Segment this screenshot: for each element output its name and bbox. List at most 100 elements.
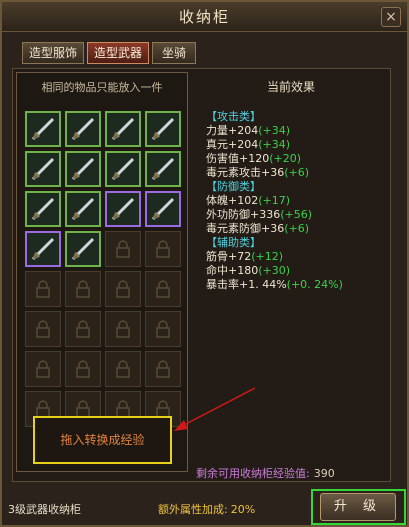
effect-bonus: (+20) bbox=[269, 152, 302, 165]
effect-bonus: (+17) bbox=[258, 194, 291, 207]
weapon-icon bbox=[149, 115, 177, 143]
locked-slot[interactable] bbox=[105, 311, 141, 347]
effect-row: 伤害值+120(+20) bbox=[206, 152, 386, 166]
weapon-icon bbox=[69, 195, 97, 223]
window-title: 收纳柜 bbox=[2, 2, 407, 32]
locked-slot[interactable] bbox=[145, 271, 181, 307]
effects-list: 【攻击类】 力量+204(+34) 真元+204(+34) 伤害值+120(+20) 毒… bbox=[206, 110, 386, 292]
item-slot[interactable] bbox=[65, 111, 101, 147]
tab-mount[interactable]: 坐骑 bbox=[152, 42, 197, 64]
remaining-exp-value: 390 bbox=[313, 467, 335, 480]
effect-bonus: (+56) bbox=[280, 208, 313, 221]
item-slot[interactable] bbox=[145, 151, 181, 187]
locked-slot[interactable] bbox=[65, 271, 101, 307]
effect-row: 筋骨+72(+12) bbox=[206, 250, 386, 264]
weapon-icon bbox=[69, 115, 97, 143]
locked-slot[interactable] bbox=[105, 351, 141, 387]
item-slot[interactable] bbox=[25, 191, 61, 227]
weapon-icon bbox=[29, 155, 57, 183]
locked-slot[interactable] bbox=[25, 311, 61, 347]
remaining-exp-label: 剩余可用收纳柜经验值: bbox=[196, 467, 310, 480]
remaining-exp: 剩余可用收纳柜经验值: 390 bbox=[196, 465, 335, 481]
lock-icon bbox=[148, 314, 178, 344]
effect-category: 【辅助类】 bbox=[206, 236, 261, 249]
weapon-icon bbox=[29, 195, 57, 223]
effect-category: 【防御类】 bbox=[206, 180, 261, 193]
effect-bonus: (+6) bbox=[284, 166, 310, 179]
item-slot[interactable] bbox=[25, 151, 61, 187]
locked-slot[interactable] bbox=[25, 351, 61, 387]
effects-header: 当前效果 bbox=[266, 80, 315, 94]
effect-row: 外功防御+336(+56) bbox=[206, 208, 386, 222]
cabinet-level: 3级武器收纳柜 bbox=[8, 503, 81, 516]
locked-slot[interactable] bbox=[145, 311, 181, 347]
effect-value: 暴击率+1. 44% bbox=[206, 278, 287, 291]
item-slot[interactable] bbox=[105, 191, 141, 227]
weapon-icon bbox=[109, 195, 137, 223]
effect-bonus: (+0. 24%) bbox=[286, 278, 343, 291]
lock-icon bbox=[28, 274, 58, 304]
current-effects-panel: 当前效果 【攻击类】 力量+204(+34) 真元+204(+34) 伤害值+120(… bbox=[198, 72, 384, 412]
effect-bonus: (+34) bbox=[258, 138, 291, 151]
effect-value: 毒元素攻击+36 bbox=[206, 166, 285, 179]
storage-hint: 相同的物品只能放入一件 bbox=[41, 81, 163, 94]
weapon-icon bbox=[29, 235, 57, 263]
effect-value: 伤害值+120 bbox=[206, 152, 270, 165]
effect-bonus: (+30) bbox=[258, 264, 291, 277]
lock-icon bbox=[148, 234, 178, 264]
effect-row: 体魄+102(+17) bbox=[206, 194, 386, 208]
locked-slot[interactable] bbox=[25, 271, 61, 307]
tab-costume[interactable]: 造型服饰 bbox=[22, 42, 85, 64]
weapon-icon bbox=[109, 155, 137, 183]
effect-row: 力量+204(+34) bbox=[206, 124, 386, 138]
weapon-icon bbox=[149, 155, 177, 183]
effect-row: 暴击率+1. 44%(+0. 24%) bbox=[206, 278, 386, 292]
close-button[interactable]: × bbox=[381, 7, 401, 27]
item-slot[interactable] bbox=[145, 191, 181, 227]
lock-icon bbox=[108, 314, 138, 344]
item-slot[interactable] bbox=[65, 231, 101, 267]
item-slot[interactable] bbox=[105, 151, 141, 187]
tab-bar: 造型服饰 造型武器 坐骑 bbox=[22, 42, 197, 64]
item-slot[interactable] bbox=[25, 231, 61, 267]
item-slot[interactable] bbox=[105, 111, 141, 147]
effect-value: 命中+180 bbox=[206, 264, 259, 277]
lock-icon bbox=[108, 234, 138, 264]
lock-icon bbox=[148, 274, 178, 304]
item-slot[interactable] bbox=[65, 151, 101, 187]
effect-value: 毒元素防御+36 bbox=[206, 222, 285, 235]
slot-grid bbox=[25, 111, 181, 427]
effect-value: 体魄+102 bbox=[206, 194, 259, 207]
effect-row: 真元+204(+34) bbox=[206, 138, 386, 152]
lock-icon bbox=[68, 354, 98, 384]
extra-bonus-label: 额外属性加成: bbox=[158, 503, 228, 516]
locked-slot[interactable] bbox=[65, 311, 101, 347]
item-slot[interactable] bbox=[65, 191, 101, 227]
extra-bonus-value: 20% bbox=[230, 503, 256, 516]
lock-icon bbox=[108, 274, 138, 304]
locked-slot[interactable] bbox=[65, 351, 101, 387]
effect-value: 真元+204 bbox=[206, 138, 259, 151]
effect-value: 筋骨+72 bbox=[206, 250, 252, 263]
lock-icon bbox=[108, 354, 138, 384]
effect-bonus: (+34) bbox=[258, 124, 291, 137]
effect-bonus: (+12) bbox=[251, 250, 284, 263]
tab-weapon-style[interactable]: 造型武器 bbox=[87, 42, 150, 64]
upgrade-button[interactable]: 升 级 bbox=[320, 493, 396, 521]
effect-value: 力量+204 bbox=[206, 124, 259, 137]
item-slot[interactable] bbox=[25, 111, 61, 147]
effect-row: 毒元素防御+36(+6) bbox=[206, 222, 386, 236]
locked-slot[interactable] bbox=[145, 231, 181, 267]
lock-icon bbox=[68, 314, 98, 344]
weapon-icon bbox=[149, 195, 177, 223]
item-slot[interactable] bbox=[145, 111, 181, 147]
weapon-icon bbox=[69, 235, 97, 263]
weapon-icon bbox=[109, 115, 137, 143]
effect-bonus: (+6) bbox=[284, 222, 310, 235]
locked-slot[interactable] bbox=[105, 271, 141, 307]
weapon-icon bbox=[69, 155, 97, 183]
extra-bonus: 额外属性加成: 20% bbox=[158, 501, 255, 517]
locked-slot[interactable] bbox=[105, 231, 141, 267]
lock-icon bbox=[68, 274, 98, 304]
effect-category: 【攻击类】 bbox=[206, 110, 261, 123]
